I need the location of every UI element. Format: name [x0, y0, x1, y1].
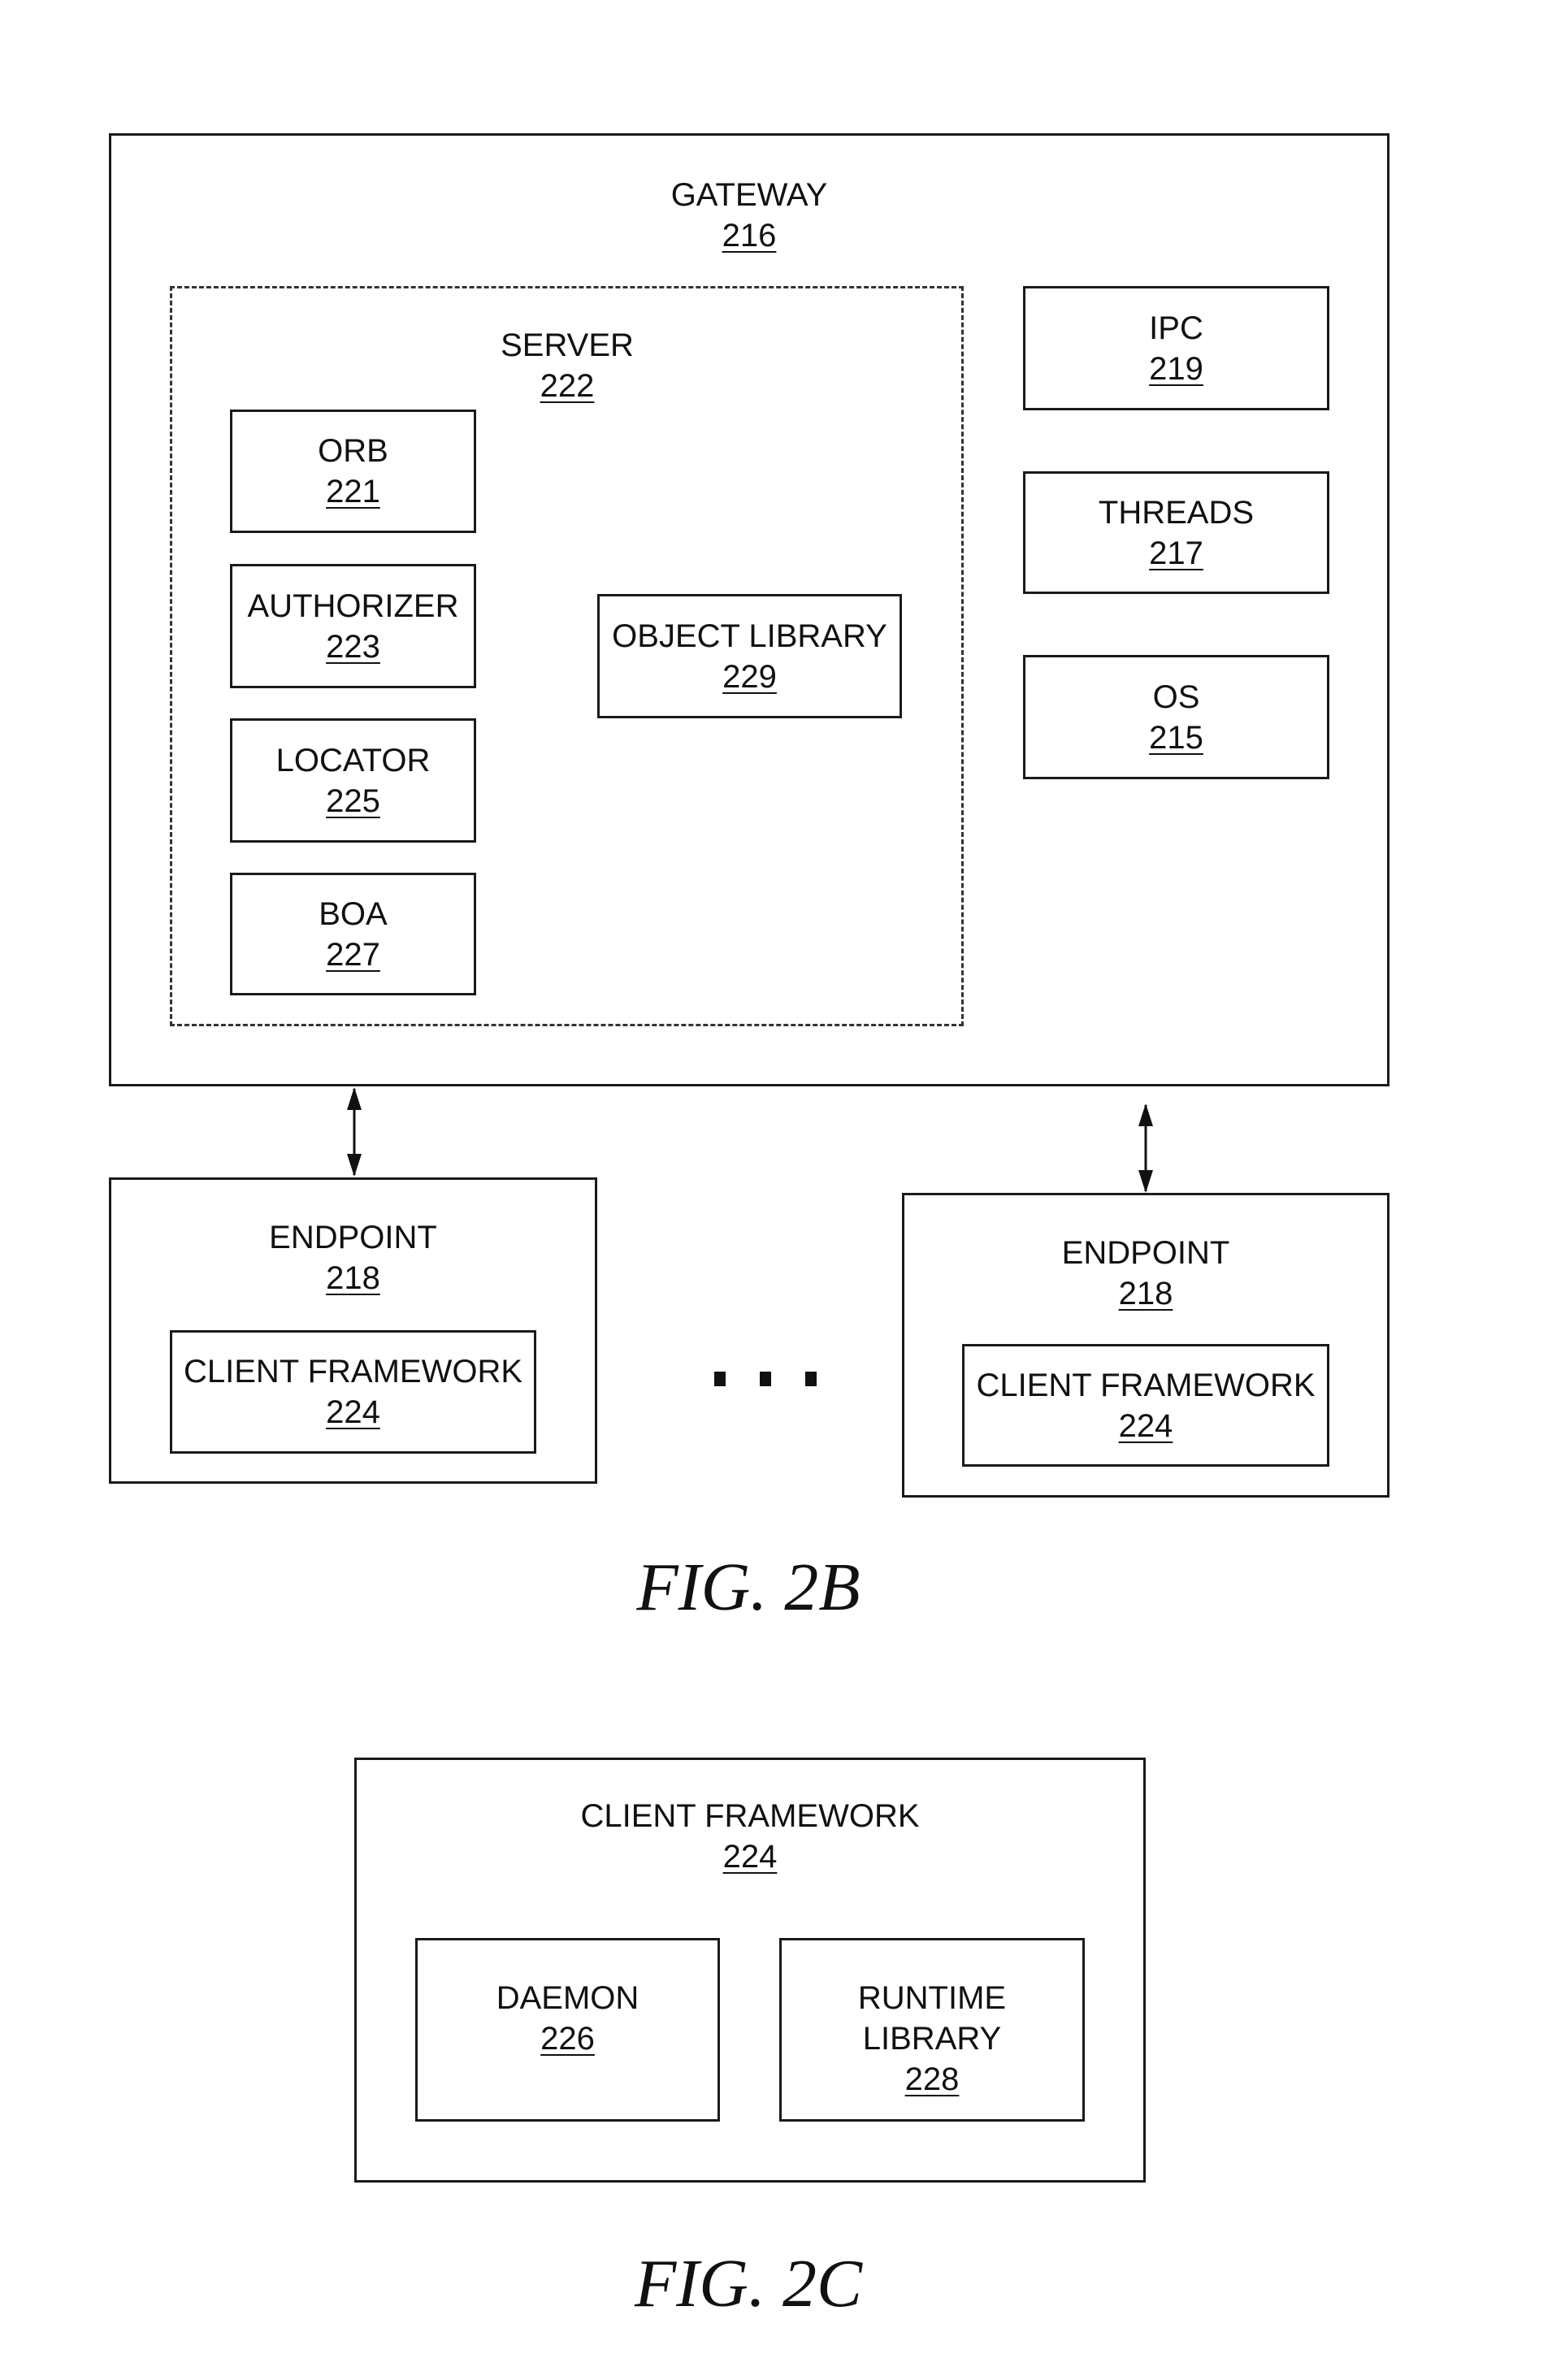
endpoint-number-2: 218	[1118, 1276, 1173, 1311]
client-framework-label-1: CLIENT FRAMEWORK	[183, 1354, 523, 1389]
runtime-library-number: 228	[904, 2061, 960, 2097]
endpoint-number-1: 218	[326, 1260, 380, 1296]
runtime-library-box: RUNTIME LIBRARY 228	[779, 1938, 1085, 2122]
client-framework-number-1: 224	[326, 1394, 380, 1430]
daemon-box: DAEMON 226	[415, 1938, 720, 2122]
ellipsis-dot	[714, 1372, 726, 1386]
arrow-gateway-endpoint-2	[1138, 1103, 1153, 1193]
runtime-library-label-line2: LIBRARY	[862, 2021, 1002, 2057]
runtime-library-label-line1: RUNTIME	[857, 1980, 1007, 2016]
client-framework-detail-number: 224	[722, 1839, 778, 1875]
endpoint-label-1: ENDPOINT	[269, 1220, 437, 1255]
client-framework-box-1: CLIENT FRAMEWORK 224	[170, 1330, 536, 1454]
daemon-number: 226	[540, 2021, 595, 2057]
client-framework-number-2: 224	[1118, 1407, 1173, 1444]
client-framework-detail-label: CLIENT FRAMEWORK	[580, 1798, 920, 1834]
ellipsis-dot	[805, 1372, 817, 1386]
figure-caption-2b: FIG. 2B	[636, 1550, 861, 1625]
daemon-label: DAEMON	[496, 1980, 639, 2016]
client-framework-label-2: CLIENT FRAMEWORK	[976, 1367, 1316, 1403]
endpoint-label-2: ENDPOINT	[1061, 1235, 1230, 1271]
client-framework-box-2: CLIENT FRAMEWORK 224	[962, 1344, 1329, 1467]
ellipsis-dot	[760, 1372, 771, 1386]
arrow-gateway-endpoint-1	[347, 1087, 362, 1177]
figure-caption-2c: FIG. 2C	[635, 2246, 862, 2321]
